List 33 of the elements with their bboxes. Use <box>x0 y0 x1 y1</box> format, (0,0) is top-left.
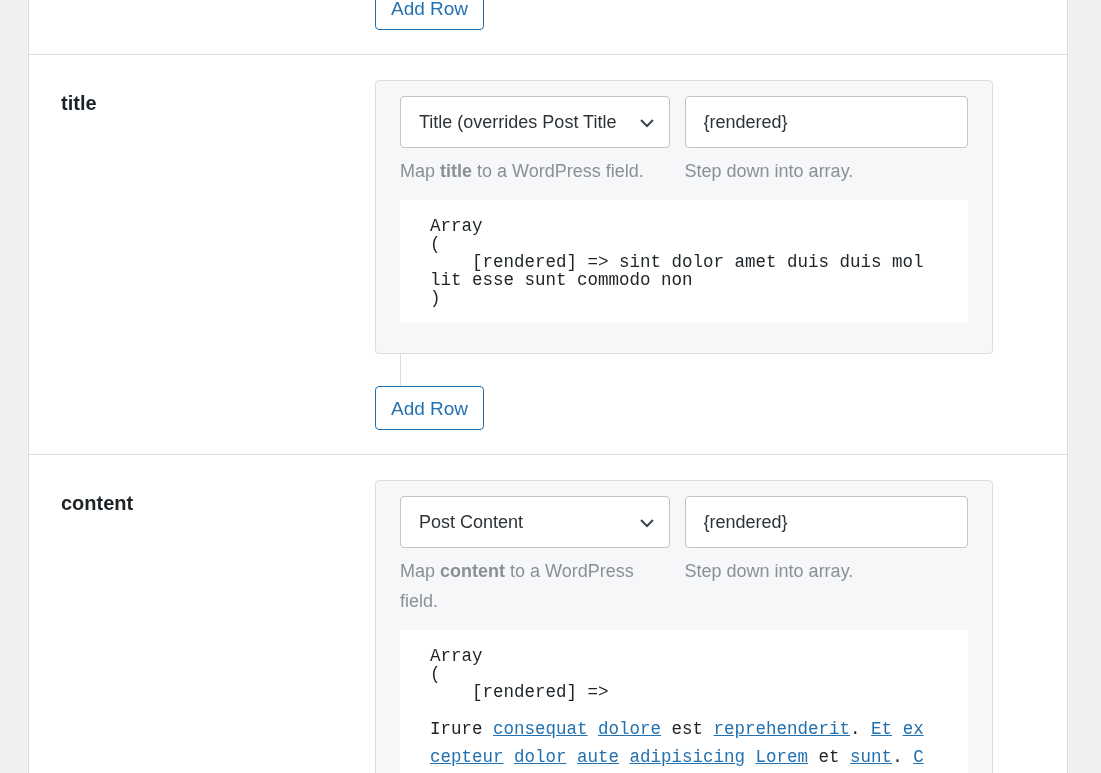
content-link[interactable]: C <box>913 743 924 771</box>
content-link[interactable]: cepteur <box>430 743 504 771</box>
content-link[interactable]: consequat <box>493 715 588 743</box>
mapping-help-text: Map content to a WordPress field. <box>400 560 635 613</box>
path-input[interactable]: {rendered} <box>684 496 968 548</box>
content-link[interactable]: reprehenderit <box>713 715 851 743</box>
content-text: et <box>818 746 840 769</box>
chevron-down-icon <box>638 118 655 128</box>
content-link[interactable]: adipisicing <box>629 743 746 771</box>
content-link[interactable]: ex <box>902 715 924 743</box>
add-row-button[interactable]: Add Row <box>375 0 485 30</box>
field-name: title <box>61 92 97 114</box>
chevron-down-icon <box>638 518 655 528</box>
path-help-text: Step down into array. <box>684 560 855 583</box>
path-help-text: Step down into array. <box>684 160 855 183</box>
content-text: est <box>671 718 704 741</box>
content-link[interactable]: dolore <box>598 715 662 743</box>
content-text: . <box>892 746 903 769</box>
array-preview: Array ( [rendered] => sint dolor amet duis duis mol lit esse sunt commodo non ) <box>430 217 925 307</box>
content-text: Irure <box>430 718 483 741</box>
mapping-select[interactable]: Title (overrides Post Title <box>400 96 670 148</box>
content-link[interactable]: Et <box>871 715 893 743</box>
field-name: content <box>61 492 134 514</box>
path-input[interactable]: {rendered} <box>684 96 968 148</box>
content-text: . <box>850 718 861 741</box>
add-row-button[interactable]: Add Row <box>375 386 485 430</box>
content-link[interactable]: aute <box>577 743 620 771</box>
array-preview: Array ( [rendered] => <box>430 647 610 701</box>
content-link[interactable]: sunt <box>850 743 893 771</box>
mapping-select[interactable]: Post Content <box>400 496 670 548</box>
content-link[interactable]: dolor <box>514 743 567 771</box>
content-link[interactable]: Lorem <box>755 743 809 771</box>
mapping-help-text: Map title to a WordPress field. <box>400 160 645 183</box>
